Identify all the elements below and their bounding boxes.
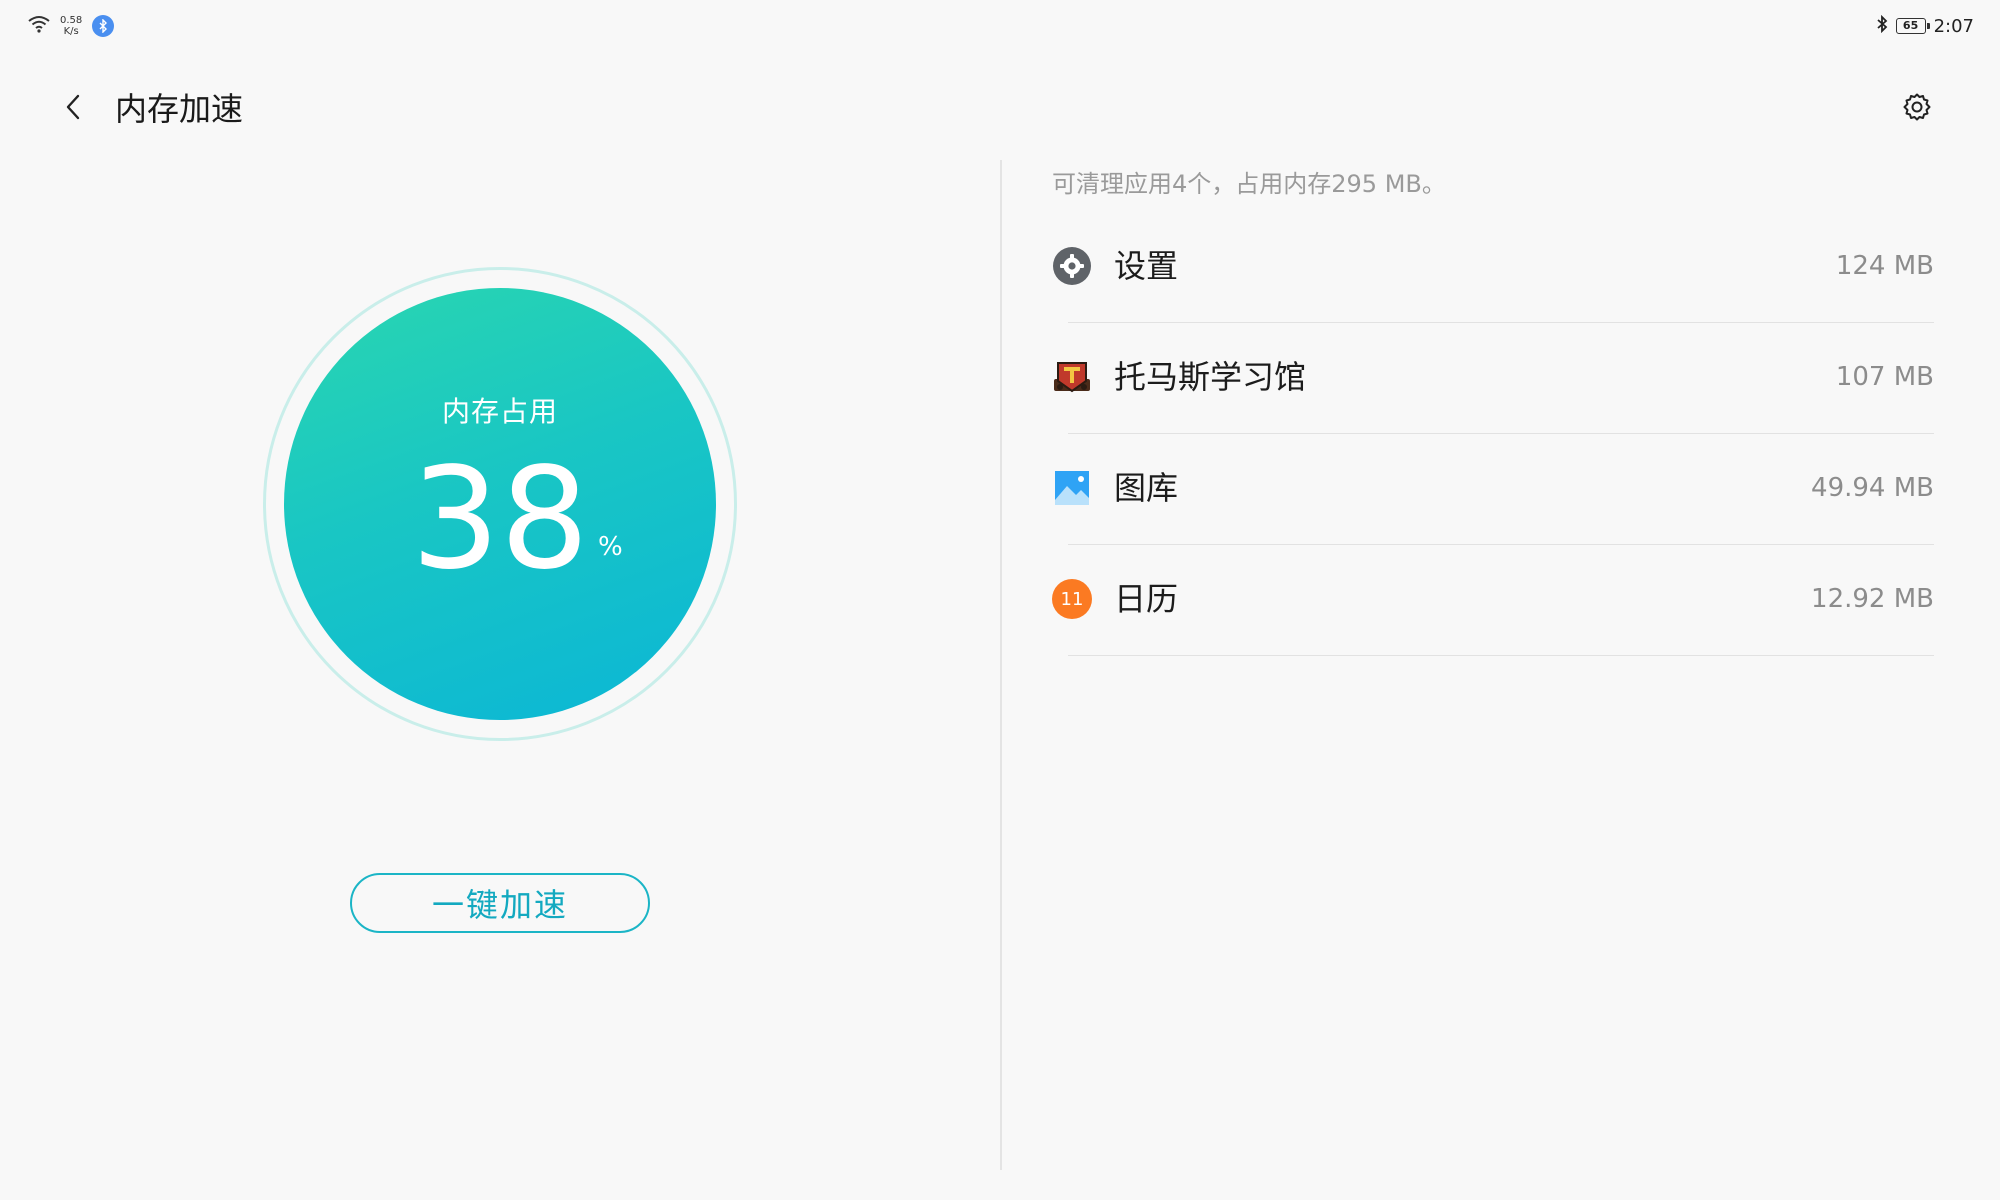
app-memory-size: 107 MB xyxy=(1835,362,1934,392)
status-bar: 0.58 K/s 65 2:07 xyxy=(0,0,2000,52)
bluetooth-badge-icon xyxy=(92,15,115,37)
battery-icon: 65 xyxy=(1895,18,1930,34)
bluetooth-icon xyxy=(1876,14,1888,38)
app-memory-size: 49.94 MB xyxy=(1811,473,1934,503)
memory-usage-label: 内存占用 xyxy=(441,395,558,428)
settings-app-icon xyxy=(1052,246,1092,286)
app-list-panel: 可清理应用4个，占用内存295 MB。 设置 124 MB 托马斯学习馆 107… xyxy=(1052,156,1934,1156)
gear-icon xyxy=(1902,92,1932,126)
gallery-app-icon xyxy=(1052,468,1092,508)
network-speed: 0.58 K/s xyxy=(60,15,82,37)
row-divider xyxy=(1068,655,1934,656)
memory-gauge: 内存占用 38 % xyxy=(263,267,737,741)
battery-level: 65 xyxy=(1902,19,1919,32)
app-list: 设置 124 MB 托马斯学习馆 107 MB 图库 49.94 MB 11 日… xyxy=(1052,212,1934,656)
memory-usage-number: 38 xyxy=(410,438,590,601)
app-memory-size: 12.92 MB xyxy=(1811,584,1934,614)
network-speed-value: 0.58 xyxy=(60,15,83,26)
memory-panel: 内存占用 38 % 一键加速 xyxy=(0,156,1000,1200)
app-memory-size: 124 MB xyxy=(1835,251,1934,281)
settings-button[interactable] xyxy=(1894,86,1940,132)
status-left: 0.58 K/s xyxy=(28,14,115,38)
back-arrow-icon xyxy=(65,94,81,124)
panel-divider xyxy=(1000,160,1002,1170)
cleanable-summary: 可清理应用4个，占用内存295 MB。 xyxy=(1052,170,1446,198)
list-item-gallery[interactable]: 图库 49.94 MB xyxy=(1052,434,1934,545)
status-right: 65 2:07 xyxy=(1876,14,1974,38)
thomas-learning-app-icon xyxy=(1052,357,1092,397)
page-title: 内存加速 xyxy=(115,90,244,128)
memory-gauge-disc: 内存占用 38 % xyxy=(284,288,716,720)
calendar-day-badge: 11 xyxy=(1052,579,1092,619)
list-item-settings[interactable]: 设置 124 MB xyxy=(1052,212,1934,323)
clock: 2:07 xyxy=(1933,15,1974,37)
list-item-thomas[interactable]: 托马斯学习馆 107 MB xyxy=(1052,323,1934,434)
memory-usage-unit: % xyxy=(598,532,623,562)
network-speed-unit: K/s xyxy=(63,26,79,37)
app-name: 图库 xyxy=(1114,469,1179,507)
list-item-calendar[interactable]: 11 日历 12.92 MB xyxy=(1052,545,1934,656)
wifi-icon xyxy=(28,15,50,37)
calendar-app-icon: 11 xyxy=(1052,579,1092,619)
app-name: 设置 xyxy=(1114,247,1179,285)
memory-usage-value: 38 % xyxy=(284,450,716,590)
app-name: 日历 xyxy=(1114,580,1179,618)
app-name: 托马斯学习馆 xyxy=(1114,358,1307,396)
app-bar: 内存加速 xyxy=(0,60,2000,156)
one-tap-boost-button[interactable]: 一键加速 xyxy=(350,873,650,933)
back-button[interactable] xyxy=(50,86,96,132)
